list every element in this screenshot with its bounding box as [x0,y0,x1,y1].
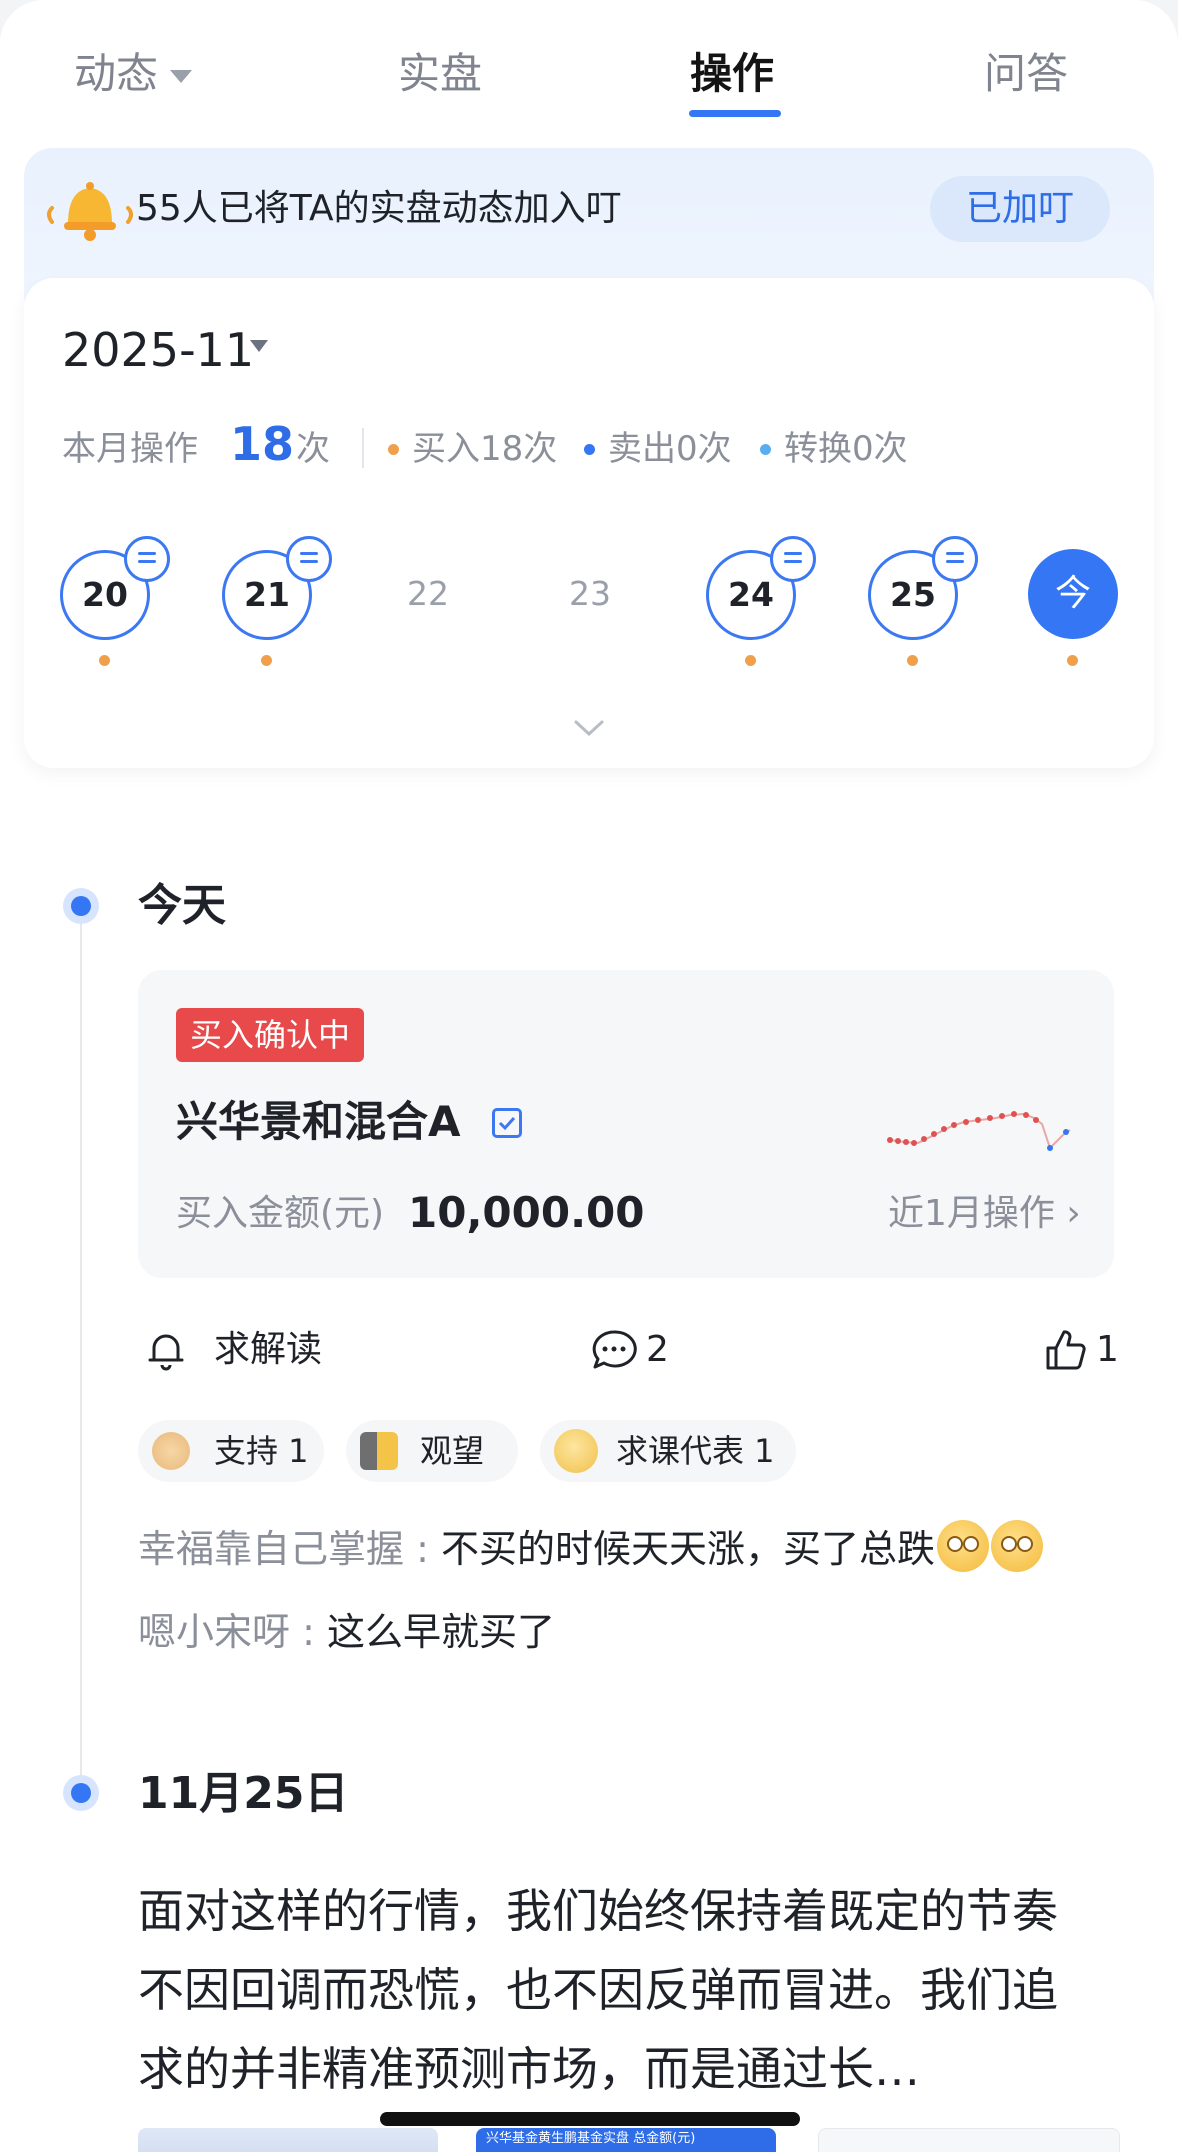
tab-bar: 动态 实盘 操作 问答 [0,0,1178,150]
post-image-thumbnail[interactable] [818,2128,1120,2152]
monthly-ops-label: 本月操作 [62,429,198,469]
reaction-summary-request[interactable]: 求课代表 1 [540,1420,796,1482]
reaction-label: 支持 1 [214,1432,309,1470]
reaction-label: 求课代表 1 [616,1432,775,1470]
convert-dot-icon [760,444,771,455]
chevron-down-icon[interactable] [574,712,604,742]
operation-dot [1067,655,1078,666]
section-title-date: 11月25日 [138,1768,349,1819]
sell-count: 卖出0次 [608,429,732,469]
divider [362,428,364,468]
interpret-label: 求解读 [214,1329,323,1370]
operation-dot [745,655,756,666]
message-icon [932,536,978,582]
section-title-today: 今天 [138,880,226,931]
timeline-line [80,905,82,1785]
post-image-thumbnail[interactable] [138,2128,438,2152]
chevron-down-icon [170,70,193,83]
timeline-dot [71,896,91,916]
comment-author[interactable]: 幸福靠自己掌握 : [138,1527,441,1571]
sell-dot-icon [584,444,595,455]
monthly-ops-count: 18 [230,417,295,471]
interpret-button[interactable]: 求解读 [144,1318,364,1382]
tab-dynamics[interactable]: 动态 [74,44,193,104]
active-tab-indicator [689,110,781,117]
post-image-thumbnail[interactable]: 兴华基金黄生鹏基金实盘 总金额(元) [476,2128,776,2152]
dizzy-face-icon [990,1520,1043,1572]
comment-item[interactable]: 幸福靠自己掌握 : 不买的时候天天涨，买了总跌 [138,1520,1043,1575]
thumbnail-caption: 兴华基金黄生鹏基金实盘 总金额(元) [486,2131,696,2146]
bell-icon [47,182,133,241]
buy-count: 买入18次 [412,429,558,469]
comment-author[interactable]: 嗯小宋呀 : [138,1610,327,1654]
day-23[interactable]: 23 [546,550,634,638]
status-badge: 买入确认中 [176,1008,365,1062]
tab-portfolio[interactable]: 实盘 [398,44,482,104]
subscribed-button[interactable]: 已加叮 [930,176,1110,242]
reaction-label: 观望 [420,1432,485,1470]
post-text[interactable]: 面对这样的行情，我们始终保持着既定的节奏不因回调而恐慌，也不因反弹而冒进。我们追… [138,1872,1098,2109]
reaction-watch[interactable]: 观望 [346,1420,518,1482]
plead-icon [554,1429,598,1473]
reaction-support[interactable]: 支持 1 [138,1420,324,1482]
tab-qa[interactable]: 问答 [984,44,1068,104]
month-selector[interactable]: 2025-11 [62,322,254,378]
banner-text: 55人已将TA的实盘动态加入叮 [136,188,622,229]
message-icon [124,536,170,582]
app-screen: 动态 实盘 操作 问答 55人已将TA的实盘动态加入叮 已加叮 2025-11 … [0,0,1178,2152]
convert-count: 转换0次 [784,429,908,469]
amount-label: 买入金额(元) [176,1193,385,1234]
thumbs-up-icon [1046,1330,1086,1370]
day-22[interactable]: 22 [384,550,472,638]
operation-dot [99,655,110,666]
message-icon [770,536,816,582]
operation-dot [261,655,272,666]
clap-icon [152,1432,190,1470]
tab-operations[interactable]: 操作 [690,44,774,104]
home-indicator[interactable] [380,2112,800,2126]
recent-month-link[interactable]: 近1月操作 › [888,1190,1081,1238]
comment-item[interactable]: 嗯小宋呀 : 这么早就买了 [138,1606,555,1658]
like-button[interactable]: 1 [1044,1318,1124,1382]
peek-icon [360,1432,398,1470]
caret-down-icon[interactable] [250,340,268,352]
checkbox-icon [492,1108,522,1138]
comment-icon [592,1330,637,1369]
fund-name[interactable]: 兴华景和混合A [176,1094,461,1150]
sparkline-chart [887,1111,1071,1151]
like-count: 1 [1096,1329,1119,1370]
timeline-dot [71,1783,91,1803]
message-icon [286,536,332,582]
buy-dot-icon [388,444,399,455]
bell-outline-icon [148,1334,184,1371]
comment-text: 不买的时候天天涨，买了总跌 [440,1527,935,1571]
operation-dot [907,655,918,666]
comment-text: 这么早就买了 [326,1610,555,1654]
monthly-ops-unit: 次 [296,429,330,469]
amount-value: 10,000.00 [408,1188,645,1237]
dizzy-face-icon [936,1520,989,1572]
comment-button[interactable]: 2 [590,1318,710,1382]
day-today[interactable]: 今 [1028,549,1118,639]
comment-count: 2 [646,1329,669,1370]
